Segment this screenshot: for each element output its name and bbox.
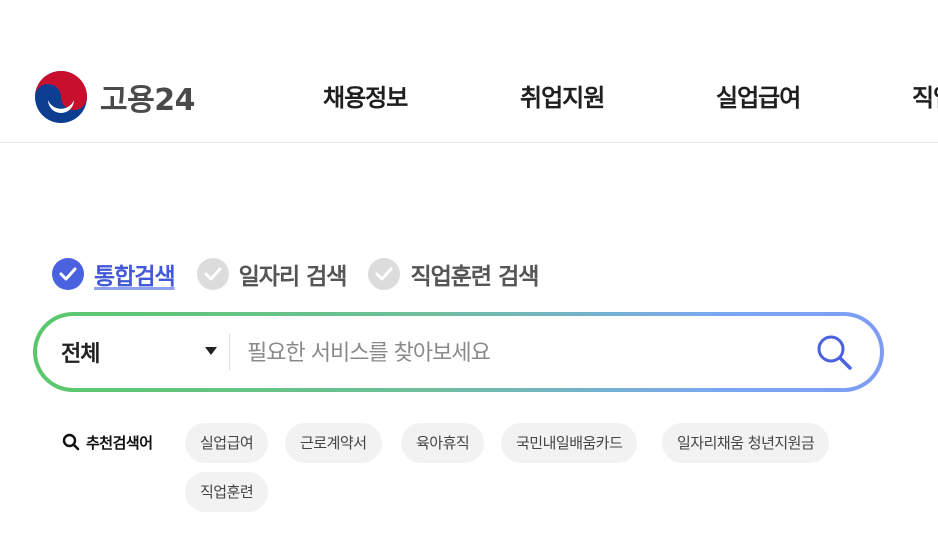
tab-training-search[interactable]: 직업훈련 검색 [368,257,539,291]
search-icon [817,335,852,370]
keyword-chip[interactable]: 일자리채움 청년지원금 [662,423,830,463]
site-logo[interactable]: 고용24 [34,70,195,124]
tab-job-search[interactable]: 일자리 검색 [196,257,348,291]
recommended-label-text: 추천검색어 [86,433,153,452]
check-circle-icon [196,258,229,290]
caret-down-icon [205,347,217,355]
search-box: 전체 [33,312,884,392]
search-scope-select[interactable]: 전체 [61,316,221,388]
divider [229,334,230,370]
keyword-chip[interactable]: 직업훈련 [185,472,269,512]
check-circle-icon [52,258,84,290]
recommended-keywords-label: 추천검색어 [62,430,153,454]
tab-label: 일자리 검색 [238,264,348,290]
tab-integrated-search[interactable]: 통합검색 [52,257,176,291]
logo-text: 고용24 [100,83,195,118]
keyword-chip[interactable]: 실업급여 [185,423,269,463]
nav-item-vocational[interactable]: 직업 [912,78,938,113]
search-icon [62,433,80,451]
keyword-chip[interactable]: 국민내일배움카드 [501,423,638,463]
scope-value: 전체 [61,342,100,367]
tab-label: 통합검색 [94,264,176,290]
taegeuk-logo-icon [35,71,87,123]
keyword-chip[interactable]: 육아휴직 [401,423,485,463]
nav-item-employment-support[interactable]: 취업지원 [520,78,605,113]
search-type-tabs: 통합검색 일자리 검색 직업훈련 검색 [52,258,560,290]
keyword-chip[interactable]: 근로계약서 [285,423,382,463]
nav-item-unemployment-benefit[interactable]: 실업급여 [716,78,801,113]
search-input[interactable] [245,330,789,376]
nav-item-jobs[interactable]: 채용정보 [323,78,408,113]
tab-label: 직업훈련 검색 [410,264,539,290]
search-box-inner: 전체 [37,316,880,388]
site-header: 고용24 채용정보 취업지원 실업급여 직업 [0,0,938,143]
check-circle-icon [368,258,401,290]
search-button[interactable] [812,330,856,374]
